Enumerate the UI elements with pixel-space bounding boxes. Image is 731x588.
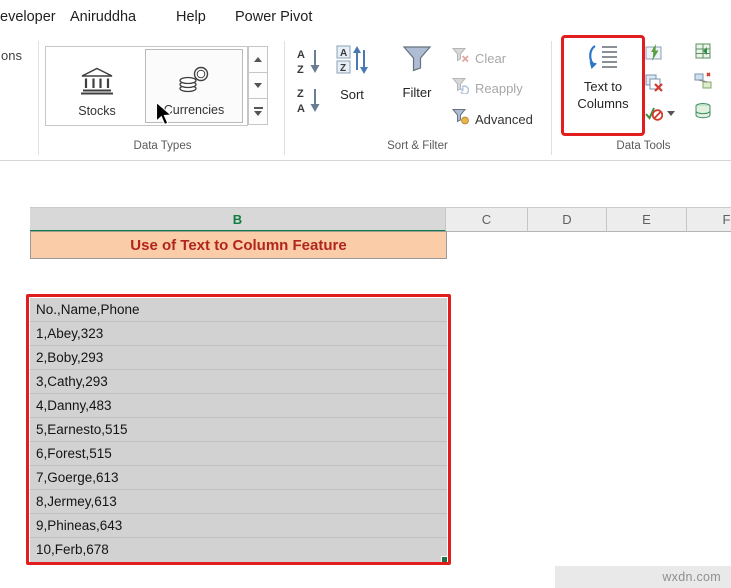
- watermark-chip: wxdn.com: [555, 566, 731, 588]
- reapply-filter-icon: [451, 77, 470, 99]
- column-header-e[interactable]: E: [607, 208, 687, 232]
- manage-data-model-icon: [695, 103, 711, 119]
- title-cell[interactable]: Use of Text to Column Feature: [30, 231, 447, 259]
- sort-ascending-icon: A Z: [295, 46, 323, 81]
- manage-data-model-button[interactable]: [694, 102, 712, 120]
- tab-aniruddha[interactable]: Aniruddha: [70, 9, 136, 25]
- triangle-down-icon: [254, 111, 262, 116]
- gallery-scrollbar: [248, 46, 268, 127]
- gallery-scroll-up-button[interactable]: [248, 46, 268, 73]
- sort-icon: A Z: [336, 44, 368, 81]
- bank-icon: [80, 67, 114, 100]
- group-divider: [551, 41, 552, 155]
- data-validation-dropdown-icon[interactable]: [667, 111, 675, 116]
- reapply-filter-label: Reapply: [475, 80, 523, 96]
- svg-text:Z: Z: [297, 88, 304, 100]
- advanced-filter-button[interactable]: Advanced: [451, 108, 533, 130]
- svg-text:A: A: [340, 48, 347, 59]
- filter-button-label: Filter: [402, 85, 432, 100]
- svg-text:Z: Z: [340, 63, 346, 74]
- clear-filter-label: Clear: [475, 50, 507, 66]
- group-divider: [284, 41, 285, 155]
- partial-ribbon-text: ons: [1, 48, 22, 63]
- advanced-filter-icon: [451, 108, 469, 130]
- tab-developer[interactable]: eveloper: [0, 9, 56, 25]
- annotation-box-text-to-columns: [561, 35, 645, 136]
- consolidate-icon: [695, 43, 711, 59]
- group-divider: [38, 41, 39, 155]
- svg-text:A: A: [297, 103, 305, 115]
- relationships-button[interactable]: [694, 72, 712, 90]
- filter-button[interactable]: Filter: [392, 44, 442, 100]
- triangle-down-icon: [254, 83, 262, 88]
- data-validation-button[interactable]: [645, 104, 664, 122]
- flash-fill-button[interactable]: [645, 44, 663, 62]
- remove-duplicates-button[interactable]: [645, 74, 663, 92]
- column-header-c[interactable]: C: [446, 208, 528, 232]
- consolidate-button[interactable]: [694, 42, 712, 60]
- data-validation-icon: [645, 107, 664, 121]
- remove-duplicates-icon: [645, 74, 663, 92]
- column-header-f[interactable]: F: [687, 208, 731, 232]
- data-types-group-label: Data Types: [133, 140, 192, 152]
- annotation-box-data-range: [26, 294, 451, 565]
- excel-window: eveloper Aniruddha Help Power Pivot ons: [0, 0, 731, 588]
- flash-fill-icon: [645, 44, 662, 61]
- svg-text:Z: Z: [297, 64, 304, 76]
- column-header-b[interactable]: B: [30, 208, 446, 232]
- coins-icon: [177, 66, 211, 99]
- data-types-gallery: Stocks Currencies: [45, 46, 248, 126]
- funnel-icon: [402, 44, 432, 79]
- sort-ascending-button[interactable]: A Z: [291, 46, 327, 80]
- sort-descending-icon: Z A: [295, 85, 323, 120]
- watermark-text: wxdn.com: [662, 570, 721, 584]
- column-header-row: B C D E F: [30, 207, 731, 232]
- triangle-up-icon: [254, 57, 262, 62]
- sort-button[interactable]: A Z Sort: [330, 44, 374, 102]
- sort-filter-group-label: Sort & Filter: [387, 140, 448, 152]
- clear-filter-icon: [451, 47, 469, 69]
- gallery-scroll-down-button[interactable]: [248, 72, 268, 99]
- svg-text:A: A: [297, 49, 305, 61]
- relationships-icon: [694, 72, 712, 89]
- tab-help[interactable]: Help: [176, 9, 206, 25]
- stocks-button[interactable]: Stocks: [52, 49, 142, 123]
- reapply-filter-button[interactable]: Reapply: [451, 77, 523, 99]
- advanced-filter-label: Advanced: [475, 111, 533, 127]
- column-header-d[interactable]: D: [528, 208, 607, 232]
- sort-descending-button[interactable]: Z A: [291, 85, 327, 119]
- menu-bar: eveloper Aniruddha Help Power Pivot: [0, 0, 731, 35]
- sort-button-label: Sort: [340, 87, 364, 102]
- mouse-cursor: [155, 101, 173, 133]
- clear-filter-button[interactable]: Clear: [451, 47, 507, 69]
- tab-power-pivot[interactable]: Power Pivot: [235, 9, 312, 25]
- more-bar-icon: [253, 107, 263, 109]
- gallery-more-button[interactable]: [248, 98, 268, 125]
- data-tools-group-label: Data Tools: [616, 140, 671, 152]
- stocks-label: Stocks: [78, 104, 116, 118]
